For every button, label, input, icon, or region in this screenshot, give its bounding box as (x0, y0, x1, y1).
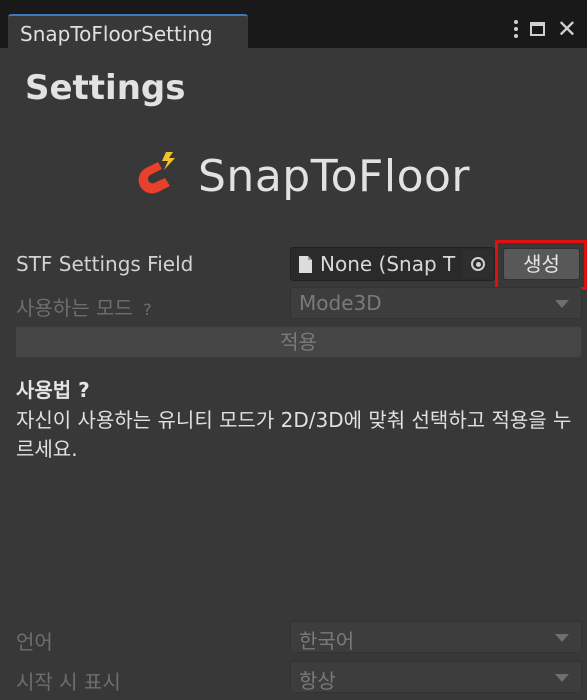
magnet-icon (138, 152, 175, 194)
apply-button[interactable]: 적용 (15, 326, 582, 358)
mode-dropdown[interactable]: Mode3D (290, 287, 582, 319)
tab-label: SnapToFloorSetting (20, 22, 213, 46)
show-at-startup-label: 시작 시 표시 (16, 670, 121, 694)
logo: SnapToFloor (128, 148, 470, 204)
chevron-down-icon (555, 300, 569, 308)
usage-description: 자신이 사용하는 유니티 모드가 2D/3D에 맞춰 선택하고 적용을 누르세요… (16, 408, 572, 461)
language-label: 언어 (16, 630, 53, 654)
mode-help-icon[interactable]: ? (143, 300, 152, 319)
object-field-value: None (Snap T (320, 252, 456, 276)
language-dropdown[interactable]: 한국어 (290, 621, 582, 653)
logo-text: SnapToFloor (198, 150, 470, 202)
show-at-startup-value: 항상 (299, 669, 336, 693)
create-button[interactable]: 생성 (503, 248, 580, 280)
chevron-down-icon (555, 674, 569, 682)
mode-label: 사용하는 모드 ? (16, 292, 152, 321)
usage-title: 사용법 ? (16, 374, 90, 403)
chevron-down-icon (555, 634, 569, 642)
page-title: Settings (25, 68, 186, 108)
tab-snaptofloorsetting[interactable]: SnapToFloorSetting (8, 14, 248, 48)
window-controls: ✕ (513, 14, 577, 44)
mode-label-text: 사용하는 모드 (16, 296, 133, 320)
kebab-menu-icon[interactable] (513, 20, 518, 38)
usage-help-icon[interactable]: ? (78, 378, 90, 402)
language-dropdown-value: 한국어 (299, 629, 355, 653)
window-titlebar: SnapToFloorSetting ✕ (0, 0, 587, 48)
object-picker-icon[interactable] (463, 249, 493, 279)
stf-settings-field-label: STF Settings Field (16, 252, 194, 276)
usage-title-text: 사용법 (16, 378, 72, 402)
show-at-startup-dropdown[interactable]: 항상 (290, 661, 582, 693)
maximize-icon[interactable] (529, 22, 545, 36)
close-icon[interactable]: ✕ (557, 17, 577, 41)
mode-dropdown-value: Mode3D (299, 291, 382, 315)
file-icon (299, 255, 312, 273)
stf-settings-object-field[interactable]: None (Snap T (290, 247, 495, 281)
